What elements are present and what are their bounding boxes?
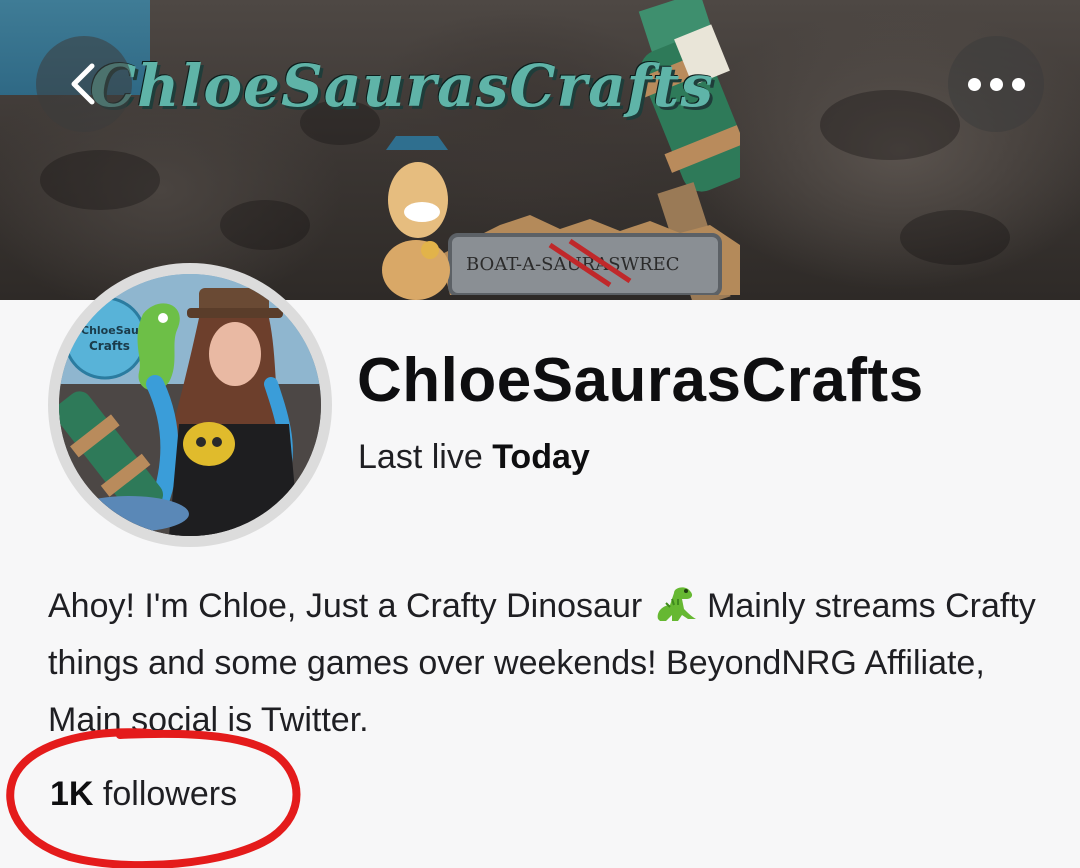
last-live-value: Today	[492, 438, 590, 476]
avatar-photo: ChloeSauras Crafts	[59, 274, 321, 536]
last-live-status: Last live Today	[358, 438, 590, 477]
chevron-left-icon	[71, 63, 95, 105]
banner-rock	[40, 150, 160, 210]
banner-rock	[900, 210, 1010, 265]
svg-text:BOAT-A-SAURASWREC: BOAT-A-SAURASWREC	[466, 254, 680, 275]
last-live-label: Last live	[358, 438, 483, 476]
channel-name: ChloeSaurasCrafts	[357, 346, 924, 415]
back-button[interactable]	[36, 36, 132, 132]
channel-bio: Ahoy! I'm Chloe, Just a Crafty Dinosaur …	[48, 578, 1038, 749]
bio-text-start: Ahoy! I'm Chloe, Just a Crafty Dinosaur	[48, 587, 643, 625]
banner-rock	[220, 200, 310, 250]
more-options-button[interactable]	[948, 36, 1044, 132]
banner-logo-text: ChloeSaurasCrafts	[90, 52, 715, 120]
svg-text:Crafts: Crafts	[89, 339, 130, 353]
profile-banner: BOAT-A-SAURASWREC ChloeSaurasCrafts	[0, 0, 1080, 300]
followers-stat: 1K followers	[50, 775, 237, 814]
channel-avatar[interactable]: ChloeSauras Crafts	[48, 263, 332, 547]
dinosaur-figure-image	[382, 136, 450, 300]
banner-rock	[820, 90, 960, 160]
dinosaur-emoji-icon	[657, 587, 696, 621]
more-horizontal-icon	[967, 77, 1025, 91]
followers-count: 1K	[50, 775, 94, 813]
followers-label: followers	[102, 775, 238, 813]
sign-prop-image: BOAT-A-SAURASWREC	[440, 215, 740, 295]
